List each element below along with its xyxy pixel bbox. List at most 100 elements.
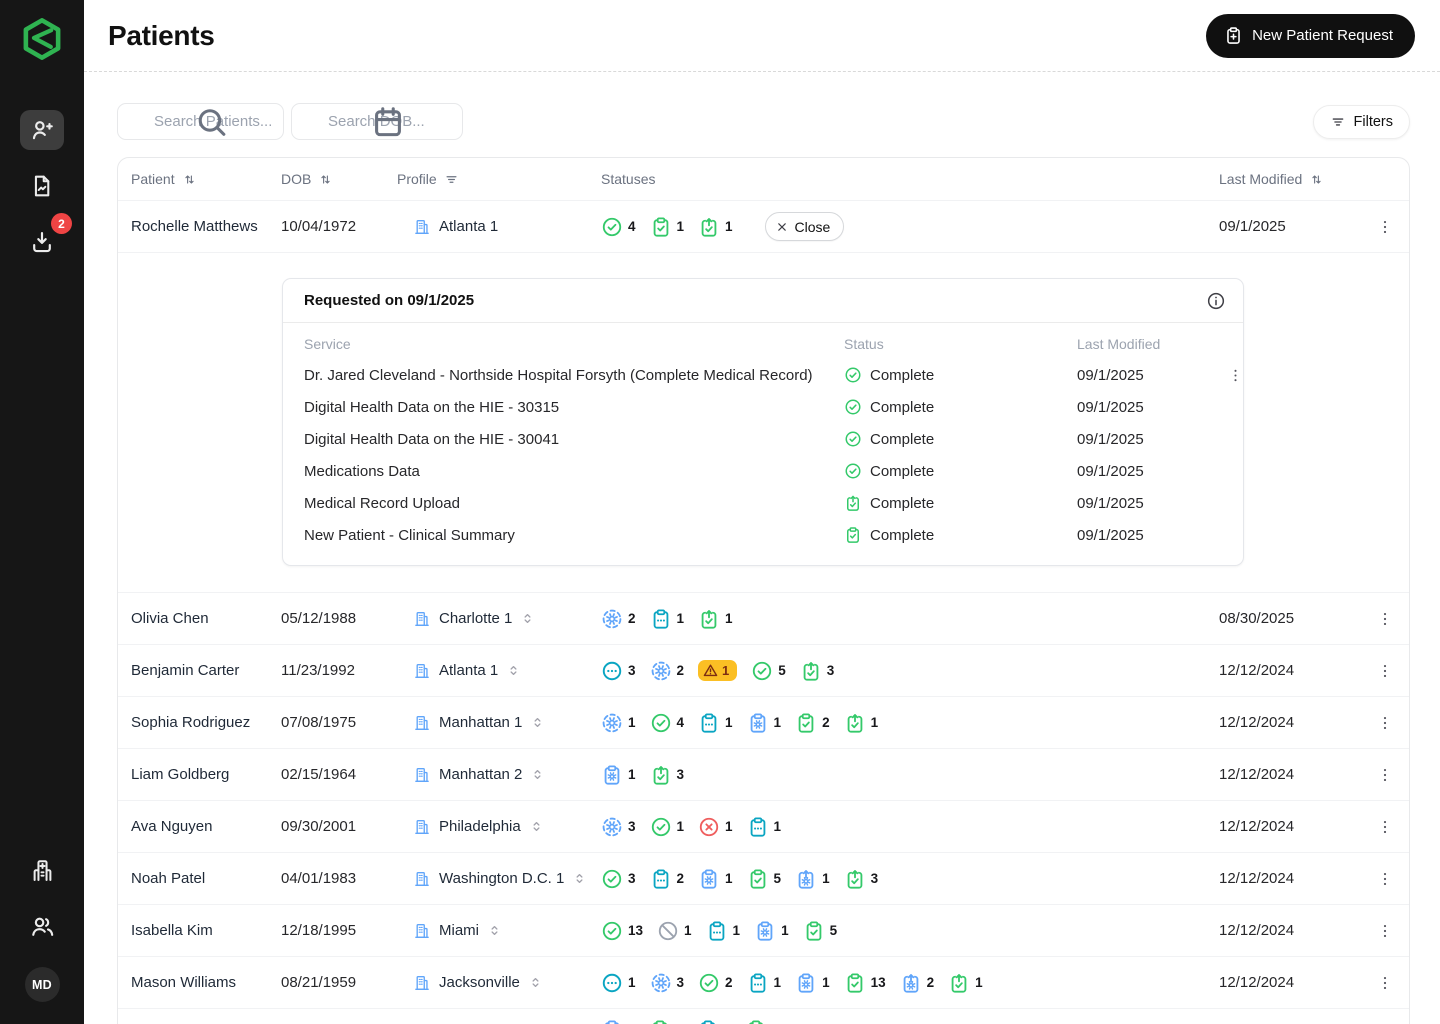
status-badge-gear-processing[interactable]: 2 [650,660,685,682]
status-badge-clipboard-check[interactable]: 5 [747,868,782,890]
status-badge-clipboard-dots[interactable]: 2 [650,868,685,890]
status-badge-clipboard-check[interactable]: 5 [803,920,838,942]
table-row[interactable]: Noah Patel04/01/1983Washington D.C. 1321… [118,852,1409,904]
status-badge-clipboard-up-check[interactable]: 3 [650,764,685,786]
status-badge-clipboard-up-check[interactable]: 1 [844,712,879,734]
clipboard-dots-icon [650,868,672,890]
service-name: Medications Data [304,463,844,480]
status-badge-gear-processing[interactable]: 3 [601,816,636,838]
last-modified-date: 12/12/2024 [1219,922,1371,939]
status-badge-gear-processing[interactable]: 1 [601,712,636,734]
info-button[interactable] [1204,289,1228,313]
status-badge-gear-processing[interactable]: 2 [601,608,636,630]
status-badge-circle-check[interactable]: 1 [650,816,685,838]
column-header-dob[interactable]: DOB [281,171,397,187]
status-badge-clipboard-gear[interactable]: 1 [795,972,830,994]
column-header-last-modified[interactable]: Last Modified [1219,171,1371,187]
status-badge-clipboard-up-check[interactable]: 3 [844,868,879,890]
status-badge-circle-dots[interactable]: 1 [601,972,636,994]
sort-icon[interactable] [182,172,197,187]
filters-button[interactable]: Filters [1313,105,1410,139]
table-row[interactable]: Isabella Kim12/18/1995Miami13111512/12/2… [118,904,1409,956]
profile-select-chevron-icon[interactable] [530,767,545,782]
status-badge-clipboard-dots[interactable]: 1 [706,920,741,942]
profile-select-chevron-icon[interactable] [529,819,544,834]
sort-icon[interactable] [318,172,333,187]
status-badge-clipboard-gear[interactable]: 1 [754,920,789,942]
profile-select-chevron-icon[interactable] [528,975,543,990]
row-menu-button[interactable] [1371,709,1399,737]
table-row[interactable]: Benjamin Carter11/23/1992Atlanta 1321531… [118,644,1409,696]
sidebar-item-facility[interactable] [27,855,57,885]
sidebar-item-records[interactable] [20,166,64,206]
row-menu-button[interactable] [1371,917,1399,945]
status-badge-clipboard-dots[interactable]: 1 [698,712,733,734]
row-menu-button[interactable] [1371,865,1399,893]
table-row-partial[interactable] [118,1008,1409,1024]
status-badge-clipboard-check[interactable] [745,1019,779,1024]
sidebar-item-downloads[interactable]: 2 [20,222,64,262]
row-menu-button[interactable] [1371,605,1399,633]
row-menu-button[interactable] [1371,969,1399,997]
status-badge-slash-circle[interactable]: 1 [657,920,692,942]
status-badge-circle-check[interactable]: 13 [601,920,643,942]
sidebar-item-team[interactable] [27,911,57,941]
column-header-patient[interactable]: Patient [131,171,281,187]
clipboard-plus-icon [1224,26,1243,45]
status-badge-clipboard-dots[interactable]: 1 [650,608,685,630]
status-badge-clipboard-up-check[interactable]: 1 [948,972,983,994]
service-column-header: Last Modified [1077,336,1221,352]
close-expanded-button[interactable]: Close [765,212,845,241]
row-menu-button[interactable] [1371,813,1399,841]
column-header-profile[interactable]: Profile [397,171,601,187]
table-row[interactable]: Mason Williams08/21/1959Jacksonville1321… [118,956,1409,1008]
new-patient-request-button[interactable]: New Patient Request [1206,14,1415,58]
profile-select-chevron-icon[interactable] [506,663,521,678]
status-badge-circle-check[interactable]: 3 [601,868,636,890]
status-badge-gear-processing[interactable]: 3 [650,972,685,994]
status-badge-clipboard-check[interactable]: 2 [795,712,830,734]
status-badge-clipboard-gear[interactable]: 1 [601,764,636,786]
profile-select-chevron-icon[interactable] [487,923,502,938]
status-badge-clipboard-check[interactable] [649,1019,683,1024]
status-badge-circle-dots[interactable]: 3 [601,660,636,682]
status-count: 3 [628,871,636,886]
row-menu-button[interactable] [1371,657,1399,685]
sidebar-item-patients[interactable] [20,110,64,150]
sort-icon[interactable] [1309,172,1324,187]
status-badge-clipboard-gear[interactable] [601,1019,635,1024]
status-badge-circle-check[interactable]: 2 [698,972,733,994]
status-badge-clipboard-dots[interactable]: 1 [747,972,782,994]
status-badge-clipboard-up-check[interactable]: 1 [698,608,733,630]
status-badge-clipboard-up-gear[interactable]: 2 [900,972,935,994]
table-row[interactable]: Rochelle Matthews10/04/1972Atlanta 1411C… [118,200,1409,252]
profile-select-chevron-icon[interactable] [572,871,587,886]
profile-select-chevron-icon[interactable] [530,715,545,730]
status-badge-clipboard-up-gear[interactable]: 1 [795,868,830,890]
table-row[interactable]: Ava Nguyen09/30/2001Philadelphia311112/1… [118,800,1409,852]
table-row[interactable]: Sophia Rodriguez07/08/1975Manhattan 1141… [118,696,1409,748]
row-menu-button[interactable] [1371,213,1399,241]
service-menu-button[interactable] [1221,361,1249,389]
status-badge-clipboard-check[interactable]: 13 [844,972,886,994]
user-avatar[interactable]: MD [25,967,60,1002]
status-badge-clipboard-dots[interactable] [697,1019,731,1024]
filter-icon[interactable] [444,172,459,187]
profile-select-chevron-icon[interactable] [520,611,535,626]
status-badge-clipboard-up-check[interactable]: 3 [800,660,835,682]
status-badge-circle-check[interactable]: 4 [650,712,685,734]
kebab-icon [1227,367,1244,384]
status-badge-warning[interactable]: 1 [698,660,737,681]
status-badge-circle-check[interactable]: 4 [601,216,636,238]
table-row[interactable]: Olivia Chen05/12/1988Charlotte 121108/30… [118,592,1409,644]
status-badge-clipboard-up-check[interactable]: 1 [698,216,733,238]
status-badge-circle-check[interactable]: 5 [751,660,786,682]
table-row[interactable]: Liam Goldberg02/15/1964Manhattan 21312/1… [118,748,1409,800]
status-badge-clipboard-gear[interactable]: 1 [747,712,782,734]
status-badge-circle-x[interactable]: 1 [698,816,733,838]
row-menu-button[interactable] [1371,761,1399,789]
status-count: 3 [871,871,879,886]
status-badge-clipboard-check[interactable]: 1 [650,216,685,238]
status-badge-clipboard-gear[interactable]: 1 [698,868,733,890]
status-badge-clipboard-dots[interactable]: 1 [747,816,782,838]
